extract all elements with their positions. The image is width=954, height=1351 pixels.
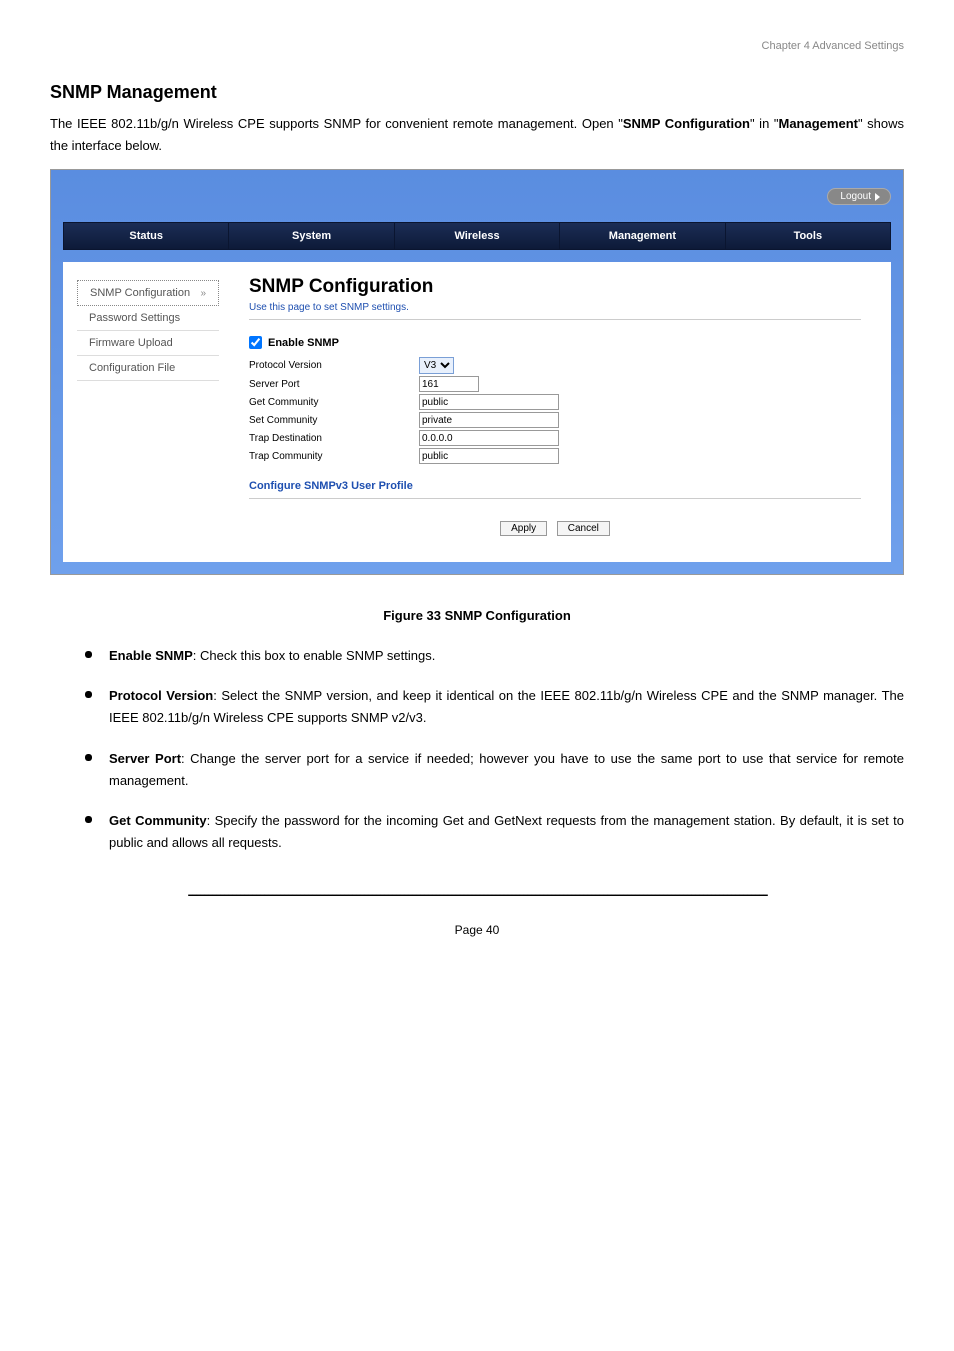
enable-snmp-label: Enable SNMP: [268, 337, 339, 349]
footer-divider: ----------------------------------------…: [50, 884, 904, 905]
row-trap-community: Trap Community: [249, 448, 861, 464]
navbar: Status System Wireless Management Tools: [63, 222, 891, 250]
sidebar: SNMP Configuration » Password Settings F…: [63, 262, 233, 552]
logout-button[interactable]: Logout: [827, 188, 891, 205]
input-set-community[interactable]: [419, 412, 559, 428]
figure-caption: Figure 33 SNMP Configuration: [50, 605, 904, 627]
bullet-get-community: Get Community: Specify the password for …: [85, 810, 904, 854]
row-protocol-version: Protocol Version V3: [249, 357, 861, 374]
footer: ----------------------------------------…: [50, 884, 904, 937]
row-get-community: Get Community: [249, 394, 861, 410]
doc-header: Chapter 4 Advanced Settings: [50, 40, 904, 52]
label-get-community: Get Community: [249, 397, 419, 408]
input-trap-community[interactable]: [419, 448, 559, 464]
cancel-button[interactable]: Cancel: [557, 521, 610, 536]
sidebar-item-label: SNMP Configuration: [90, 287, 190, 299]
tab-status[interactable]: Status: [63, 222, 229, 250]
input-get-community[interactable]: [419, 394, 559, 410]
sidebar-item-firmware[interactable]: Firmware Upload: [77, 331, 219, 356]
intro-text: The IEEE 802.11b/g/n Wireless CPE suppor…: [50, 113, 904, 157]
page-title: SNMP Configuration: [249, 276, 861, 298]
input-trap-destination[interactable]: [419, 430, 559, 446]
bullet-list: Enable SNMP: Check this box to enable SN…: [85, 645, 904, 854]
link-snmpv3-profile[interactable]: Configure SNMPv3 User Profile: [249, 480, 861, 499]
sidebar-item-password[interactable]: Password Settings: [77, 306, 219, 331]
label-protocol-version: Protocol Version: [249, 360, 419, 371]
select-protocol-version[interactable]: V3: [419, 357, 454, 374]
label-trap-destination: Trap Destination: [249, 433, 419, 444]
label-set-community: Set Community: [249, 415, 419, 426]
row-set-community: Set Community: [249, 412, 861, 428]
apply-button[interactable]: Apply: [500, 521, 547, 536]
main-panel: SNMP Configuration Use this page to set …: [233, 262, 891, 552]
input-server-port[interactable]: [419, 376, 479, 392]
label-server-port: Server Port: [249, 379, 419, 390]
chevron-right-icon: »: [200, 288, 206, 299]
logout-label: Logout: [840, 191, 871, 202]
tab-tools[interactable]: Tools: [726, 222, 891, 250]
label-trap-community: Trap Community: [249, 451, 419, 462]
sidebar-item-snmp[interactable]: SNMP Configuration »: [77, 280, 219, 306]
bullet-protocol-version: Protocol Version: Select the SNMP versio…: [85, 685, 904, 729]
tab-system[interactable]: System: [229, 222, 394, 250]
tab-wireless[interactable]: Wireless: [395, 222, 560, 250]
tab-management[interactable]: Management: [560, 222, 725, 250]
page-number: Page 40: [50, 923, 904, 937]
enable-row: Enable SNMP: [249, 336, 861, 349]
bullet-enable-snmp: Enable SNMP: Check this box to enable SN…: [85, 645, 904, 667]
section-title: SNMP Management: [50, 82, 904, 103]
row-trap-destination: Trap Destination: [249, 430, 861, 446]
sidebar-item-config-file[interactable]: Configuration File: [77, 356, 219, 381]
figure-topbar: Logout: [51, 170, 903, 222]
page-subtitle: Use this page to set SNMP settings.: [249, 302, 861, 320]
enable-snmp-checkbox[interactable]: [249, 336, 262, 349]
figure-screenshot: Logout Status System Wireless Management…: [50, 169, 904, 575]
play-icon: [875, 193, 880, 201]
row-server-port: Server Port: [249, 376, 861, 392]
content-area: SNMP Configuration » Password Settings F…: [63, 262, 891, 562]
button-row: Apply Cancel: [249, 519, 861, 536]
bullet-server-port: Server Port: Change the server port for …: [85, 748, 904, 792]
